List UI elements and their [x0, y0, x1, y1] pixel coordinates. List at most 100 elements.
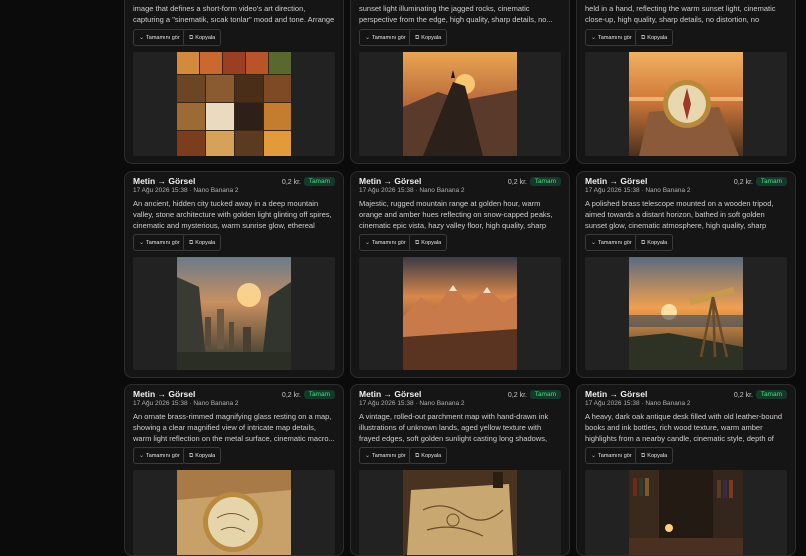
price-label: 0,2 kr. [733, 392, 753, 399]
copy-icon: ⧉ [415, 240, 420, 246]
expand-button[interactable]: ⌄ Tamamını gör [133, 447, 186, 464]
expand-button[interactable]: ⌄ Tamamını gör [359, 234, 412, 251]
expand-button[interactable]: ⌄ Tamamını gör [585, 234, 638, 251]
price-label: 0,2 kr. [507, 392, 527, 399]
generation-card: Metin → Görsel 17 Ağu 2026 15:38 · Nano … [124, 171, 344, 378]
expand-button[interactable]: ⌄ Tamamını gör [133, 234, 186, 251]
card-meta: 17 Ağu 2026 15:38 · Nano Banana 2 [359, 400, 465, 407]
expand-button[interactable]: ⌄ Tamamını gör [585, 29, 638, 46]
copy-button[interactable]: ⧉ Kopyala [183, 29, 222, 46]
copy-button[interactable]: ⧉ Kopyala [409, 29, 448, 46]
card-header: Metin → Görsel 17 Ağu 2026 15:38 · Nano … [585, 389, 787, 413]
price-label: 0,2 kr. [507, 179, 527, 186]
generated-image-frame[interactable] [359, 470, 561, 555]
mountain-range-image [403, 257, 517, 370]
copy-icon: ⧉ [415, 453, 420, 459]
prompt-text: held in a hand, reflecting the warm suns… [585, 4, 776, 24]
generated-image-frame[interactable] [133, 52, 335, 156]
parchment-map-image [403, 470, 517, 555]
prompt-text: Majestic, rugged mountain range at golde… [359, 199, 553, 230]
card-title: Metin → Görsel [359, 389, 422, 399]
price-label: 0,2 kr. [281, 392, 301, 399]
prompt-text: A heavy, dark oak antique desk filled wi… [585, 412, 783, 443]
card-header: Metin → Görsel 17 Ağu 2026 15:38 · Nano … [359, 176, 561, 200]
generation-card: held in a hand, reflecting the warm suns… [576, 0, 796, 164]
copy-icon: ⧉ [641, 240, 646, 246]
card-header: Metin → Görsel 17 Ağu 2026 15:38 · Nano … [133, 389, 335, 413]
generated-image-frame[interactable] [133, 470, 335, 555]
card-header: Metin → Görsel 17 Ağu 2026 15:38 · Nano … [585, 176, 787, 200]
copy-icon: ⧉ [641, 453, 646, 459]
card-meta: 17 Ağu 2026 15:38 · Nano Banana 2 [585, 400, 691, 407]
expand-button[interactable]: ⌄ Tamamını gör [359, 447, 412, 464]
card-meta: 17 Ağu 2026 15:38 · Nano Banana 2 [359, 187, 465, 194]
card-meta: 17 Ağu 2026 15:38 · Nano Banana 2 [585, 187, 691, 194]
card-title: Metin → Görsel [133, 389, 196, 399]
antique-desk-image [629, 470, 743, 555]
chevron-down-icon: ⌄ [139, 240, 145, 246]
status-badge: Tamam [755, 177, 787, 186]
generation-card: Metin → Görsel 17 Ağu 2026 15:38 · Nano … [124, 384, 344, 556]
generation-card: Metin → Görsel 17 Ağu 2026 15:38 · Nano … [576, 171, 796, 378]
copy-button[interactable]: ⧉ Kopyala [409, 234, 448, 251]
status-badge: Tamam [529, 390, 561, 399]
copy-button[interactable]: ⧉ Kopyala [183, 234, 222, 251]
card-title: Metin → Görsel [585, 176, 648, 186]
chevron-down-icon: ⌄ [591, 453, 597, 459]
card-title: Metin → Görsel [359, 176, 422, 186]
price-label: 0,2 kr. [281, 179, 301, 186]
hidden-city-image [177, 257, 291, 370]
expand-button[interactable]: ⌄ Tamamını gör [585, 447, 638, 464]
telescope-sunset-image [629, 257, 743, 370]
chevron-down-icon: ⌄ [365, 240, 371, 246]
status-badge: Tamam [303, 390, 335, 399]
status-badge: Tamam [755, 390, 787, 399]
expand-button[interactable]: ⌄ Tamamını gör [133, 29, 186, 46]
card-header: Metin → Görsel 17 Ağu 2026 15:38 · Nano … [359, 389, 561, 413]
chevron-down-icon: ⌄ [139, 35, 145, 41]
status-badge: Tamam [303, 177, 335, 186]
copy-button[interactable]: ⧉ Kopyala [409, 447, 448, 464]
prompt-text: image that defines a short-form video's … [133, 4, 335, 24]
generated-image-frame[interactable] [585, 470, 787, 555]
copy-icon: ⧉ [641, 35, 646, 41]
card-header: Metin → Görsel 17 Ağu 2026 15:38 · Nano … [133, 176, 335, 200]
generation-card: Metin → Görsel 17 Ağu 2026 15:38 · Nano … [350, 384, 570, 556]
cliff-sunset-image [403, 52, 517, 156]
expand-button[interactable]: ⌄ Tamamını gör [359, 29, 412, 46]
magnifying-glass-map-image [177, 470, 291, 555]
copy-button[interactable]: ⧉ Kopyala [635, 29, 674, 46]
compass-in-hand-image [629, 52, 743, 156]
card-meta: 17 Ağu 2026 15:38 · Nano Banana 2 [133, 187, 239, 194]
chevron-down-icon: ⌄ [591, 35, 597, 41]
generation-card: image that defines a short-form video's … [124, 0, 344, 164]
prompt-text: sunset light illuminating the jagged roc… [359, 4, 553, 24]
copy-icon: ⧉ [189, 240, 194, 246]
chevron-down-icon: ⌄ [591, 240, 597, 246]
coffee-moodboard-image [177, 52, 291, 156]
generated-image-frame[interactable] [359, 257, 561, 370]
generation-card: sunset light illuminating the jagged roc… [350, 0, 570, 164]
copy-icon: ⧉ [189, 453, 194, 459]
chevron-down-icon: ⌄ [365, 35, 371, 41]
generated-image-frame[interactable] [359, 52, 561, 156]
prompt-text: An ornate brass-rimmed magnifying glass … [133, 412, 335, 443]
status-badge: Tamam [529, 177, 561, 186]
copy-button[interactable]: ⧉ Kopyala [183, 447, 222, 464]
copy-icon: ⧉ [415, 35, 420, 41]
generated-image-frame[interactable] [585, 52, 787, 156]
generated-image-frame[interactable] [133, 257, 335, 370]
generation-card: Metin → Görsel 17 Ağu 2026 15:38 · Nano … [576, 384, 796, 556]
card-title: Metin → Görsel [585, 389, 648, 399]
card-meta: 17 Ağu 2026 15:38 · Nano Banana 2 [133, 400, 239, 407]
prompt-text: An ancient, hidden city tucked away in a… [133, 199, 332, 230]
card-title: Metin → Görsel [133, 176, 196, 186]
copy-button[interactable]: ⧉ Kopyala [635, 234, 674, 251]
generated-image-frame[interactable] [585, 257, 787, 370]
copy-icon: ⧉ [189, 35, 194, 41]
prompt-text: A polished brass telescope mounted on a … [585, 199, 774, 230]
price-label: 0,2 kr. [733, 179, 753, 186]
chevron-down-icon: ⌄ [365, 453, 371, 459]
copy-button[interactable]: ⧉ Kopyala [635, 447, 674, 464]
generation-card: Metin → Görsel 17 Ağu 2026 15:38 · Nano … [350, 171, 570, 378]
